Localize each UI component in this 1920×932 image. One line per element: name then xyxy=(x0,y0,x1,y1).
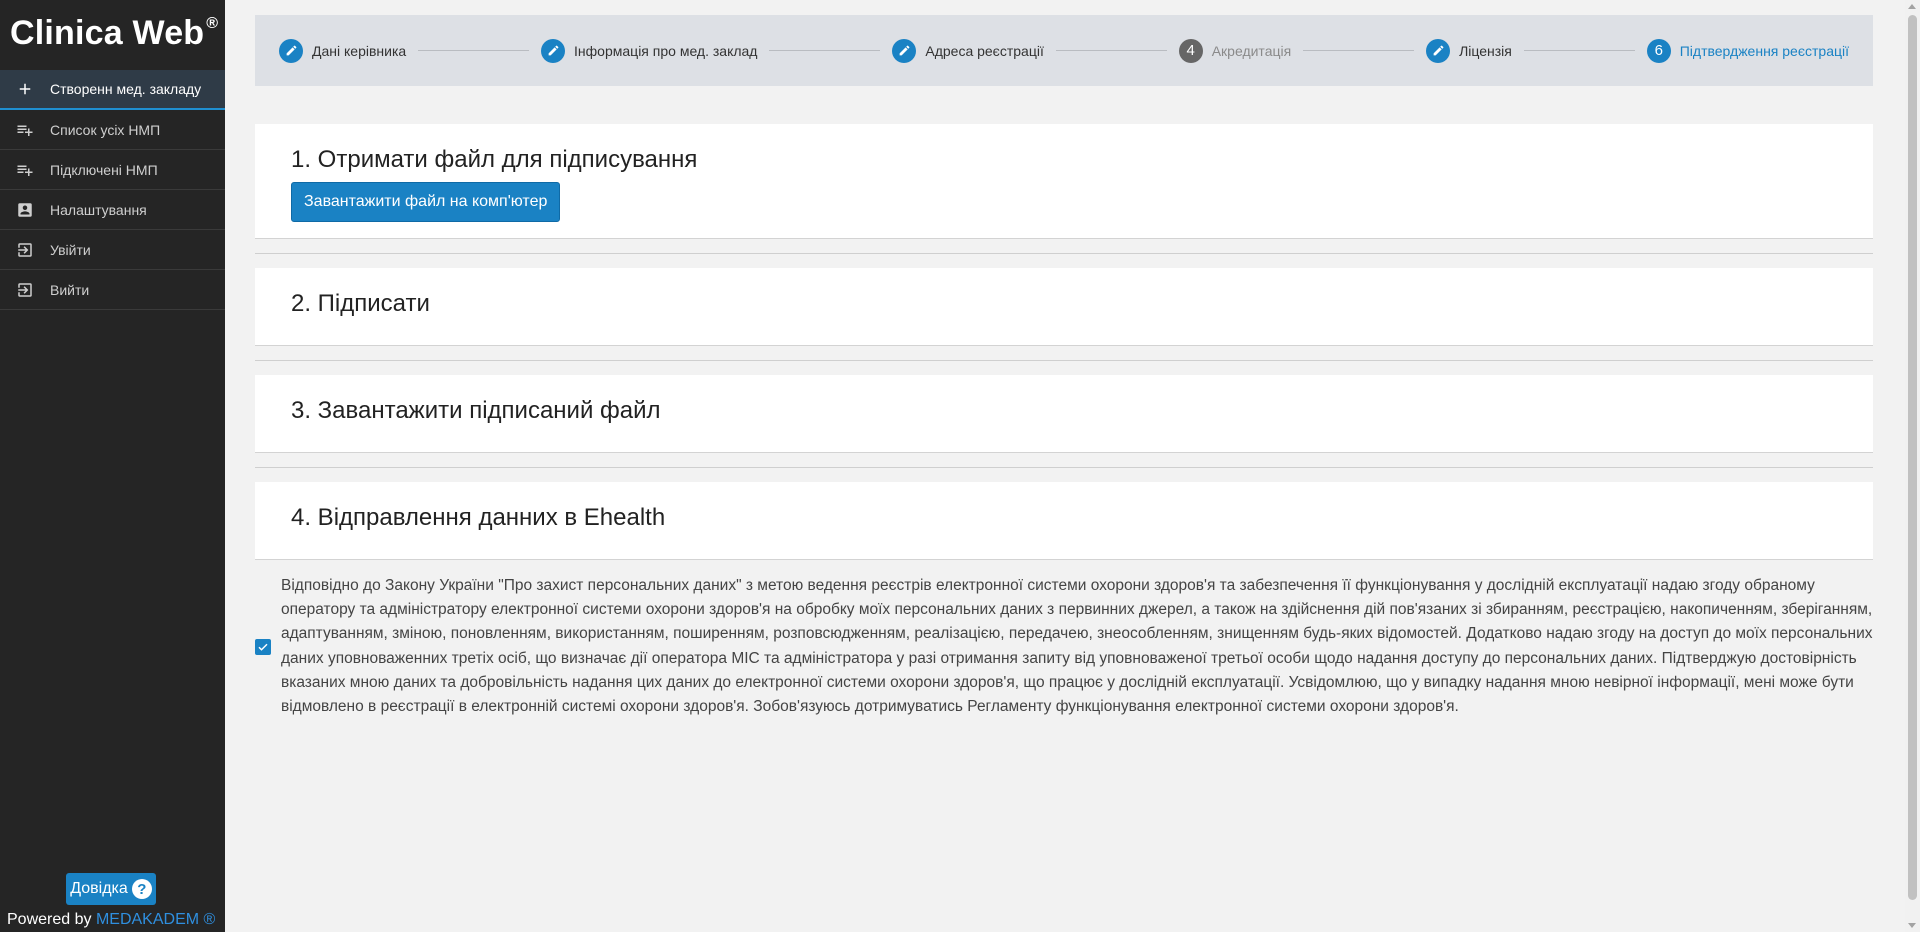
step-label: Інформація про мед. заклад xyxy=(574,42,758,59)
section-upload-signed: 3. Завантажити підписаний файл xyxy=(255,375,1873,453)
powered-by-link[interactable]: MEDAKADEM ® xyxy=(96,911,215,928)
sidebar-item-all-nmp[interactable]: Список усіх НМП xyxy=(0,110,225,150)
step-connector xyxy=(1055,50,1167,51)
plus-icon xyxy=(15,79,35,99)
pencil-icon xyxy=(892,38,917,63)
step-confirmation[interactable]: 6 Підтвердження реєстрації xyxy=(1646,38,1849,63)
sidebar: Clinica Web ® Створенн мед. закладу Списо… xyxy=(0,0,225,932)
step-connector xyxy=(1523,50,1635,51)
consent-checkbox[interactable] xyxy=(255,638,271,655)
step-label: Акредитація xyxy=(1211,42,1292,59)
check-icon xyxy=(258,643,268,651)
sidebar-item-login[interactable]: Увійти xyxy=(0,230,225,270)
section-divider xyxy=(255,467,1873,468)
section-title: 4. Відправлення данних в Ehealth xyxy=(291,504,666,531)
section-send-ehealth: 4. Відправлення данних в Ehealth xyxy=(255,482,1873,560)
pencil-icon xyxy=(279,38,303,63)
playlist-add-icon xyxy=(15,120,35,140)
sidebar-item-label: Налаштування xyxy=(50,201,147,218)
scroll-down-arrow-icon[interactable] xyxy=(1908,923,1916,928)
help-button[interactable]: Довідка ? xyxy=(66,873,156,905)
question-icon: ? xyxy=(131,879,152,899)
login-icon xyxy=(15,240,35,260)
sidebar-item-logout[interactable]: Вийти xyxy=(0,270,225,310)
step-accreditation[interactable]: 4 Акредитація xyxy=(1178,38,1292,63)
step-manager-data[interactable]: Дані керівника xyxy=(279,38,407,63)
consent-block: Відповідно до Закону України "Про захист… xyxy=(255,574,1873,719)
section-get-file: 1. Отримати файл для підписування Завант… xyxy=(255,124,1873,239)
playlist-add-icon xyxy=(15,160,35,180)
account-box-icon xyxy=(15,200,35,220)
app: Clinica Web ® Створенн мед. закладу Списо… xyxy=(0,0,1920,932)
brand-name: Clinica Web xyxy=(10,14,205,52)
scroll-up-arrow-icon[interactable] xyxy=(1908,4,1916,9)
brand-mark: ® xyxy=(206,15,219,32)
powered-by-text: Powered by xyxy=(7,911,92,928)
section-divider xyxy=(255,360,1873,361)
powered-by: Powered by MEDAKADEM ® xyxy=(7,911,215,929)
step-label: Адреса реєстрації xyxy=(925,42,1044,59)
step-registration-address[interactable]: Адреса реєстрації xyxy=(892,38,1044,63)
sidebar-item-label: Список усіх НМП xyxy=(50,121,161,138)
help-label: Довідка xyxy=(70,880,128,897)
pencil-icon xyxy=(541,38,566,63)
scroll-thumb[interactable] xyxy=(1908,15,1917,900)
main-content: Дані керівника Інформація про мед. закла… xyxy=(225,0,1905,932)
step-number: 6 xyxy=(1646,38,1671,63)
section-title: 3. Завантажити підписаний файл xyxy=(291,397,661,424)
step-number: 4 xyxy=(1178,38,1203,63)
step-label: Дані керівника xyxy=(312,42,407,59)
step-label: Підтвердження реєстрації xyxy=(1679,42,1849,59)
step-connector xyxy=(1303,50,1415,51)
sidebar-nav: Створенн мед. закладу Список усіх НМП Пі… xyxy=(0,70,225,310)
sidebar-item-create-facility[interactable]: Створенн мед. закладу xyxy=(0,70,225,110)
sidebar-item-label: Увійти xyxy=(50,241,91,258)
registration-stepper: Дані керівника Інформація про мед. закла… xyxy=(255,15,1873,86)
sidebar-item-connected-nmp[interactable]: Підключені НМП xyxy=(0,150,225,190)
section-title: 2. Підписати xyxy=(291,290,430,317)
download-file-button[interactable]: Завантажити файл на комп'ютер xyxy=(291,182,561,222)
sidebar-item-label: Вийти xyxy=(50,281,90,298)
step-facility-info[interactable]: Інформація про мед. заклад xyxy=(541,38,758,63)
step-connector xyxy=(769,50,881,51)
consent-text: Відповідно до Закону України "Про захист… xyxy=(281,577,1873,716)
step-label: Ліцензія xyxy=(1459,42,1512,59)
brand-logo[interactable]: Clinica Web ® xyxy=(0,0,225,67)
step-connector xyxy=(418,50,530,51)
sidebar-item-settings[interactable]: Налаштування xyxy=(0,190,225,230)
sidebar-item-label: Підключені НМП xyxy=(50,161,158,178)
pencil-icon xyxy=(1426,38,1451,63)
login-icon xyxy=(15,280,35,300)
page-scrollbar[interactable] xyxy=(1905,0,1920,932)
section-title: 1. Отримати файл для підписування xyxy=(291,146,698,173)
section-divider xyxy=(255,253,1873,254)
step-license[interactable]: Ліцензія xyxy=(1426,38,1512,63)
sidebar-item-label: Створенн мед. закладу xyxy=(50,81,202,97)
section-sign: 2. Підписати xyxy=(255,268,1873,346)
